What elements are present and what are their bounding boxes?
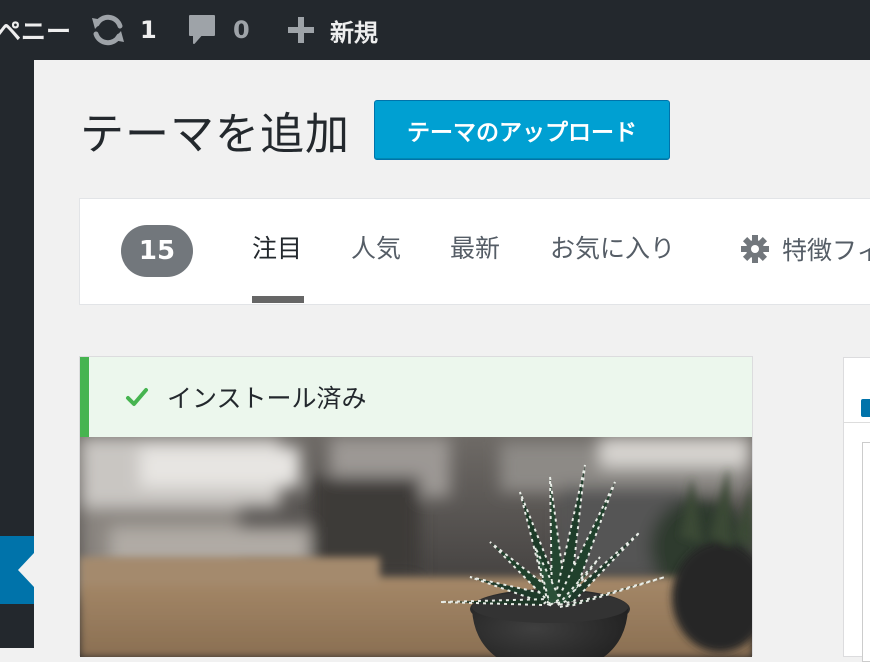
- card-badge: [861, 399, 870, 417]
- theme-filter-bar: 15 注目 人気 最新 お気に入り 特徴フィ: [79, 198, 870, 305]
- feature-filter-button[interactable]: 特徴フィ: [740, 229, 870, 269]
- theme-card[interactable]: インストール済み: [79, 356, 753, 657]
- card-divider: [844, 422, 870, 423]
- admin-bar-updates[interactable]: 1: [90, 0, 157, 60]
- feature-filter-label[interactable]: 特徴フィ: [782, 231, 870, 267]
- upload-theme-button[interactable]: テーマのアップロード: [374, 100, 670, 160]
- installed-notice: インストール済み: [80, 357, 752, 437]
- installed-notice-text: インストール済み: [167, 384, 367, 413]
- checkmark-icon: [125, 386, 149, 408]
- plus-icon: [286, 15, 316, 45]
- tab-featured[interactable]: 注目: [252, 229, 302, 269]
- comments-count: 0: [233, 16, 250, 44]
- theme-card-partial[interactable]: [843, 357, 870, 662]
- tab-latest[interactable]: 最新: [450, 229, 500, 269]
- tab-popular[interactable]: 人気: [351, 229, 401, 269]
- new-label: 新規: [330, 18, 378, 47]
- site-name-label[interactable]: ペニー: [0, 12, 71, 48]
- theme-screenshot[interactable]: [80, 437, 752, 657]
- tab-favorites[interactable]: お気に入り: [550, 229, 675, 269]
- current-tab-indicator: [252, 296, 304, 303]
- page-title: テーマを追加: [80, 109, 350, 160]
- theme-screenshot-partial[interactable]: [862, 442, 870, 662]
- current-menu-arrow: [18, 553, 34, 587]
- admin-bar-site-name[interactable]: ペニー: [0, 0, 71, 60]
- admin-bar: ペニー 1 0 新規: [0, 0, 870, 60]
- theme-count-badge: 15: [121, 225, 193, 277]
- updates-count: 1: [140, 16, 157, 44]
- admin-bar-comments[interactable]: 0: [187, 0, 250, 60]
- comment-icon: [187, 13, 217, 47]
- gear-icon: [740, 234, 770, 264]
- admin-bar-new[interactable]: 新規: [286, 0, 378, 60]
- updates-icon: [90, 13, 126, 47]
